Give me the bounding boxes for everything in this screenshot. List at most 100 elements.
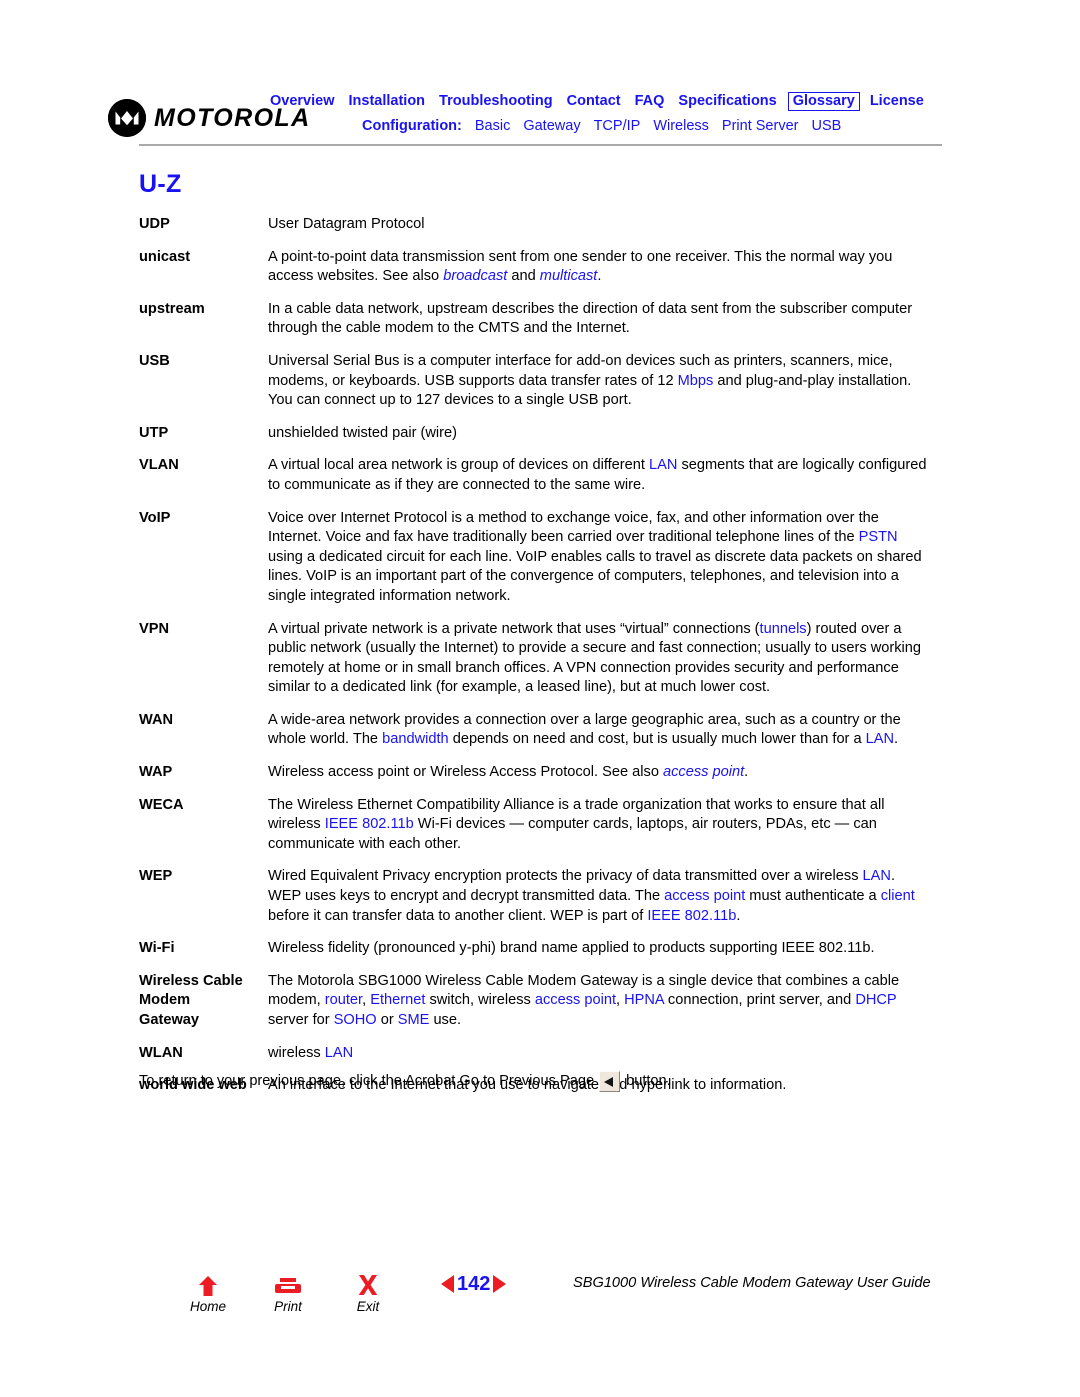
exit-label: Exit [356, 1299, 380, 1314]
glossary-definition-line: single integrated information network. [268, 587, 949, 607]
glossary-cross-reference-link[interactable]: HPNA [624, 992, 664, 1008]
glossary-cross-reference-link[interactable]: Mbps [678, 373, 714, 389]
nav-item-usb[interactable]: USB [811, 118, 841, 134]
return-instruction-text-after: button. [626, 1072, 671, 1089]
print-button[interactable]: Print [266, 1272, 310, 1314]
glossary-cross-reference-link[interactable]: LAN [863, 868, 891, 884]
go-to-previous-page-icon[interactable] [599, 1071, 621, 1092]
glossary-term: upstream [139, 300, 268, 320]
nav-item-installation[interactable]: Installation [349, 93, 426, 109]
glossary-cross-reference-link[interactable]: DHCP [855, 992, 896, 1008]
glossary-definition-text: . [894, 731, 899, 748]
nav-item-contact[interactable]: Contact [567, 93, 621, 109]
glossary-cross-reference-link[interactable]: tunnels [760, 621, 807, 637]
glossary-cross-reference-link[interactable]: Ethernet [370, 992, 425, 1008]
print-label: Print [274, 1299, 302, 1314]
glossary-definition: A wide-area network provides a connectio… [268, 711, 949, 750]
glossary-definition-text: remotely at home or in small branch offi… [268, 659, 899, 676]
glossary-term-line: UDP [139, 216, 170, 232]
glossary-entry: UTP unshielded twisted pair (wire) [139, 424, 949, 444]
glossary-cross-reference-link[interactable]: SME [398, 1012, 430, 1028]
nav-item-overview[interactable]: Overview [270, 93, 335, 109]
glossary-definition: wireless LAN [268, 1044, 949, 1064]
header-navigation: Overview Installation Troubleshooting Co… [270, 90, 970, 134]
nav-item-faq[interactable]: FAQ [635, 93, 665, 109]
glossary-cross-reference-link[interactable]: IEEE 802.11b [325, 816, 414, 832]
glossary-definition-line: A virtual local area network is group of… [268, 456, 949, 476]
glossary-cross-reference-link[interactable]: SOHO [334, 1012, 377, 1028]
glossary-term: UDP [139, 215, 268, 235]
page-header: MOTOROLA Overview Installation Troublesh… [0, 0, 1080, 146]
glossary-cross-reference-link[interactable]: PSTN [859, 529, 898, 545]
glossary-cross-reference-link[interactable]: broadcast [443, 268, 507, 284]
glossary-cross-reference-link[interactable]: multicast [540, 268, 598, 284]
glossary-entry: UDP User Datagram Protocol [139, 215, 949, 235]
glossary-entry: unicast A point-to-point data transmissio… [139, 248, 949, 287]
footer-tool-bar: Home Print Exit [186, 1272, 390, 1314]
nav-item-troubleshooting[interactable]: Troubleshooting [439, 93, 553, 109]
glossary-definition-text: Wi-Fi devices — computer cards, laptops,… [413, 816, 877, 833]
glossary-cross-reference-link[interactable]: access point [663, 764, 744, 780]
glossary-entry: upstream In a cable data network, upstrea… [139, 300, 949, 339]
glossary-term-line: Wi-Fi [139, 940, 175, 957]
glossary-cross-reference-link[interactable]: client [881, 888, 915, 904]
glossary-definition-line: communicate with each other. [268, 835, 949, 855]
glossary-term-line: VPN [139, 620, 170, 637]
glossary-definition-text: A virtual local area network is group of… [268, 457, 649, 474]
glossary-definition-line: wireless IEEE 802.11b Wi-Fi devices — co… [268, 815, 949, 835]
glossary-cross-reference-link[interactable]: IEEE 802.11b [647, 908, 736, 924]
nav-item-gateway[interactable]: Gateway [523, 118, 580, 134]
glossary-definition-text: . [597, 268, 602, 285]
configuration-nav-row: Configuration: Basic Gateway TCP/IP Wire… [270, 118, 970, 134]
exit-button[interactable]: Exit [346, 1272, 390, 1314]
glossary-definition-text: A wide-area network provides a connectio… [268, 711, 901, 728]
glossary-definition-line: access websites. See also broadcast and … [268, 267, 949, 287]
glossary-definition-text: A point-to-point data transmission sent … [268, 248, 893, 265]
glossary-definition-text: You can connect up to 127 devices to a s… [268, 392, 632, 409]
glossary-cross-reference-link[interactable]: LAN [649, 457, 677, 473]
glossary-entry: VPN A virtual private network is a privat… [139, 620, 949, 698]
nav-item-wireless[interactable]: Wireless [653, 118, 709, 134]
glossary-definition-text: Universal Serial Bus is a computer inter… [268, 352, 893, 369]
glossary-entry: Wi-Fi Wireless fidelity (pronounced y-phi… [139, 939, 949, 959]
header-divider [139, 144, 942, 146]
glossary-definition: User Datagram Protocol [268, 215, 949, 235]
nav-item-specifications[interactable]: Specifications [678, 93, 776, 109]
glossary-definition-text: wireless [268, 1044, 325, 1061]
glossary-definition-text: segments that are logically configured [677, 457, 927, 474]
configuration-label: Configuration: [362, 118, 462, 134]
nav-item-print-server[interactable]: Print Server [722, 118, 799, 134]
nav-item-tcpip[interactable]: TCP/IP [594, 118, 641, 134]
glossary-definition-line: Wireless access point or Wireless Access… [268, 763, 949, 783]
glossary-definition: Wireless fidelity (pronounced y-phi) bra… [268, 939, 949, 959]
glossary-definition-line: Internet. Voice and fax have traditional… [268, 528, 949, 548]
glossary-definition-text: . [890, 868, 895, 885]
home-button[interactable]: Home [186, 1272, 230, 1314]
glossary-definition-line: server for SOHO or SME use. [268, 1011, 949, 1031]
glossary-definition: Wireless access point or Wireless Access… [268, 763, 949, 783]
glossary-term-line: Gateway [139, 1012, 200, 1028]
glossary-cross-reference-link[interactable]: LAN [325, 1045, 353, 1061]
glossary-definition-line: In a cable data network, upstream descri… [268, 300, 949, 320]
glossary-definition-text: . [744, 764, 749, 781]
glossary-cross-reference-link[interactable]: LAN [866, 731, 894, 747]
glossary-term-line: WLAN [139, 1044, 183, 1061]
page-title: U-Z [139, 170, 182, 198]
nav-item-glossary[interactable]: Glossary [787, 91, 860, 111]
glossary-term-line: WAN [139, 711, 174, 728]
glossary-definition-line: Voice over Internet Protocol is a method… [268, 509, 949, 529]
glossary-cross-reference-link[interactable]: access point [535, 992, 616, 1008]
glossary-term: Wi-Fi [139, 939, 268, 959]
glossary-cross-reference-link[interactable]: bandwidth [382, 731, 449, 747]
glossary-cross-reference-link[interactable]: router [325, 992, 362, 1008]
glossary-definition: In a cable data network, upstream descri… [268, 300, 949, 339]
prev-page-triangle-icon[interactable] [441, 1275, 454, 1293]
glossary-definition-line: before it can transfer data to another c… [268, 907, 949, 927]
glossary-definition-line: through the cable modem to the CMTS and … [268, 319, 949, 339]
next-page-triangle-icon[interactable] [493, 1275, 507, 1293]
glossary-cross-reference-link[interactable]: access point [664, 888, 745, 904]
glossary-entry: WEP Wired Equivalent Privacy encryption p… [139, 867, 949, 926]
nav-item-basic[interactable]: Basic [475, 118, 510, 134]
nav-item-license[interactable]: License [870, 93, 924, 109]
glossary-term: VoIP [139, 509, 268, 529]
